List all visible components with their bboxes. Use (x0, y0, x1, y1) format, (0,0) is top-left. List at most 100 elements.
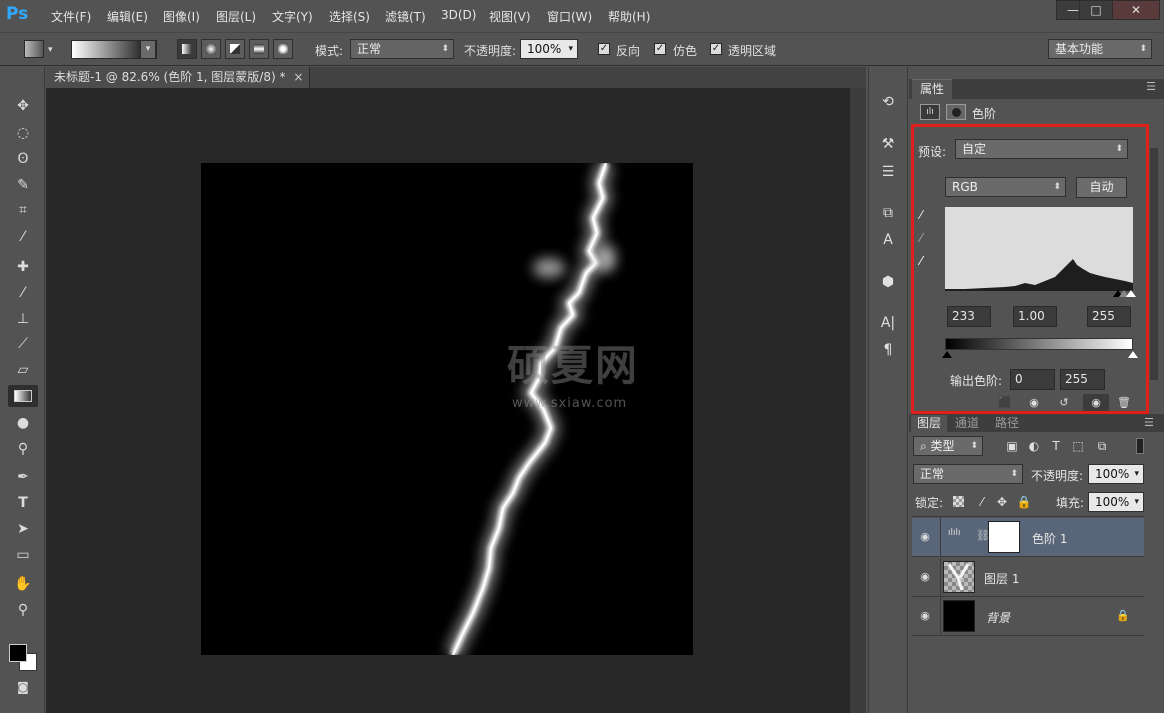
layer-thumbnail[interactable] (943, 561, 975, 593)
menu-help[interactable]: 帮助(H) (608, 8, 650, 25)
layer-row-background[interactable]: ◉ 背景 🔒 (912, 597, 1144, 636)
lock-label: 锁定: (915, 496, 944, 510)
filter-type-icon[interactable]: T (1046, 436, 1066, 456)
menu-image[interactable]: 图像(I) (163, 8, 200, 25)
clone-source-panel-icon[interactable]: ⧉ (878, 203, 898, 223)
eyedropper-tool-icon[interactable]: ⁄ (8, 226, 38, 248)
canvas-scrollbar[interactable] (850, 88, 866, 713)
gradient-tool-icon[interactable] (8, 385, 38, 407)
shape-tool-icon[interactable]: ▭ (8, 544, 38, 566)
path-select-tool-icon[interactable]: ➤ (8, 518, 38, 540)
radial-gradient-button[interactable] (201, 39, 221, 59)
layer-filter-select[interactable]: ⌕ 类型 ⬍ (913, 436, 983, 456)
opacity-input[interactable]: 100% ▾ (520, 39, 578, 59)
lock-pixels-icon[interactable]: ⁄ (972, 492, 992, 512)
tab-channels[interactable]: 通道 (949, 415, 985, 432)
diamond-gradient-button[interactable] (273, 39, 293, 59)
filter-smart-object-icon[interactable]: ⧉ (1092, 436, 1112, 456)
fill-input[interactable]: 100% ▾ (1088, 492, 1144, 512)
menu-type[interactable]: 文字(Y) (272, 8, 313, 25)
reverse-checkbox[interactable]: ✓ (598, 43, 610, 55)
menu-3d[interactable]: 3D(D) (441, 8, 476, 22)
adjustments-panel-icon[interactable]: ☰ (878, 162, 898, 182)
layer-mask-icon[interactable] (946, 104, 966, 120)
tab-paths[interactable]: 路径 (989, 415, 1025, 432)
menu-view[interactable]: 视图(V) (489, 8, 531, 25)
layer-name[interactable]: 色阶 1 (1032, 530, 1067, 547)
marquee-tool-icon[interactable]: ◌ (8, 122, 38, 144)
menu-filter[interactable]: 滤镜(T) (385, 8, 426, 25)
blur-tool-icon[interactable]: ● (8, 412, 38, 434)
dodge-tool-icon[interactable]: ⚲ (8, 438, 38, 460)
brush-panel-icon[interactable]: ⚒ (878, 134, 898, 154)
close-tab-icon[interactable]: × (293, 67, 303, 87)
dither-label: 仿色 (673, 44, 698, 58)
move-tool-icon[interactable]: ✥ (8, 95, 38, 117)
properties-tab[interactable]: 属性 (912, 79, 953, 99)
properties-scrollbar[interactable] (1150, 148, 1158, 380)
chevron-down-icon[interactable]: ▾ (48, 45, 53, 55)
eye-icon[interactable]: ◉ (918, 530, 932, 544)
eye-icon[interactable]: ◉ (918, 609, 932, 623)
history-panel-icon[interactable]: ⟲ (878, 92, 898, 112)
levels-adjustment-icon[interactable]: ılı (920, 104, 940, 120)
foreground-color-swatch[interactable] (9, 644, 27, 662)
gradient-dropdown-icon[interactable]: ▾ (140, 40, 156, 59)
angle-gradient-button[interactable] (225, 39, 245, 59)
history-brush-tool-icon[interactable]: ⟋ (8, 333, 38, 355)
stamp-tool-icon[interactable]: ⊥ (8, 308, 38, 330)
type-tool-icon[interactable]: T (8, 492, 38, 514)
reflected-gradient-button[interactable] (249, 39, 269, 59)
transparency-label: 透明区域 (728, 44, 777, 58)
quick-select-tool-icon[interactable]: ✎ (8, 174, 38, 196)
reverse-label: 反向 (616, 44, 641, 58)
close-button[interactable]: ✕ (1112, 0, 1160, 20)
quick-mask-icon[interactable]: ◙ (8, 676, 38, 698)
menu-file[interactable]: 文件(F) (51, 8, 91, 25)
lasso-tool-icon[interactable]: ʘ (8, 148, 38, 170)
eraser-tool-icon[interactable]: ▱ (8, 359, 38, 381)
layer-thumbnail[interactable] (943, 600, 975, 632)
character-panel-icon[interactable]: A| (878, 313, 898, 333)
layer-mask-thumbnail[interactable] (988, 521, 1020, 553)
dither-checkbox[interactable]: ✓ (654, 43, 666, 55)
layer-row-levels[interactable]: ◉ ılılı ⛓ 色阶 1 (912, 518, 1144, 557)
layer-name[interactable]: 图层 1 (984, 570, 1019, 587)
pen-tool-icon[interactable]: ✒ (8, 466, 38, 488)
blend-mode-select[interactable]: 正常 ⬍ (913, 464, 1023, 484)
tab-layers[interactable]: 图层 (911, 415, 948, 432)
lock-all-icon[interactable]: 🔒 (1014, 492, 1034, 512)
lock-transparent-icon[interactable] (953, 496, 964, 507)
maximize-button[interactable]: □ (1079, 0, 1113, 20)
3d-panel-icon[interactable]: ⬢ (878, 272, 898, 292)
hand-tool-icon[interactable]: ✋ (8, 573, 38, 595)
workspace-select[interactable]: 基本功能 ⬍ (1048, 39, 1152, 59)
document-tab-bar: 未标题-1 @ 82.6% (色阶 1, 图层蒙版/8) * × (46, 67, 866, 88)
healing-tool-icon[interactable]: ✚ (8, 256, 38, 278)
tool-preset-picker[interactable] (24, 40, 44, 58)
panel-menu-icon[interactable]: ☰ (1146, 80, 1156, 93)
zoom-tool-icon[interactable]: ⚲ (8, 599, 38, 621)
filter-shape-icon[interactable]: ⬚ (1068, 436, 1088, 456)
layers-panel-menu-icon[interactable]: ☰ (1144, 416, 1154, 429)
menu-select[interactable]: 选择(S) (329, 8, 370, 25)
mode-select[interactable]: 正常 ⬍ (350, 39, 454, 59)
layer-opacity-input[interactable]: 100% ▾ (1088, 464, 1144, 484)
menu-window[interactable]: 窗口(W) (547, 8, 592, 25)
transparency-checkbox[interactable]: ✓ (710, 43, 722, 55)
eye-icon[interactable]: ◉ (918, 570, 932, 584)
lock-position-icon[interactable]: ✥ (992, 492, 1012, 512)
menu-edit[interactable]: 编辑(E) (107, 8, 148, 25)
brush-tool-icon[interactable]: ⁄ (8, 282, 38, 304)
linear-gradient-button[interactable] (177, 39, 197, 59)
menu-layer[interactable]: 图层(L) (216, 8, 256, 25)
crop-tool-icon[interactable]: ⌗ (8, 199, 38, 221)
filter-toggle[interactable] (1136, 438, 1144, 454)
document-tab[interactable]: 未标题-1 @ 82.6% (色阶 1, 图层蒙版/8) * × (46, 67, 311, 88)
layer-name[interactable]: 背景 (986, 609, 1010, 626)
layer-row-layer1[interactable]: ◉ 图层 1 (912, 558, 1144, 597)
styles-panel-icon[interactable]: A (878, 230, 898, 250)
filter-pixel-icon[interactable]: ▣ (1002, 436, 1022, 456)
paragraph-panel-icon[interactable]: ¶ (878, 340, 898, 360)
filter-adjustment-icon[interactable]: ◐ (1024, 436, 1044, 456)
